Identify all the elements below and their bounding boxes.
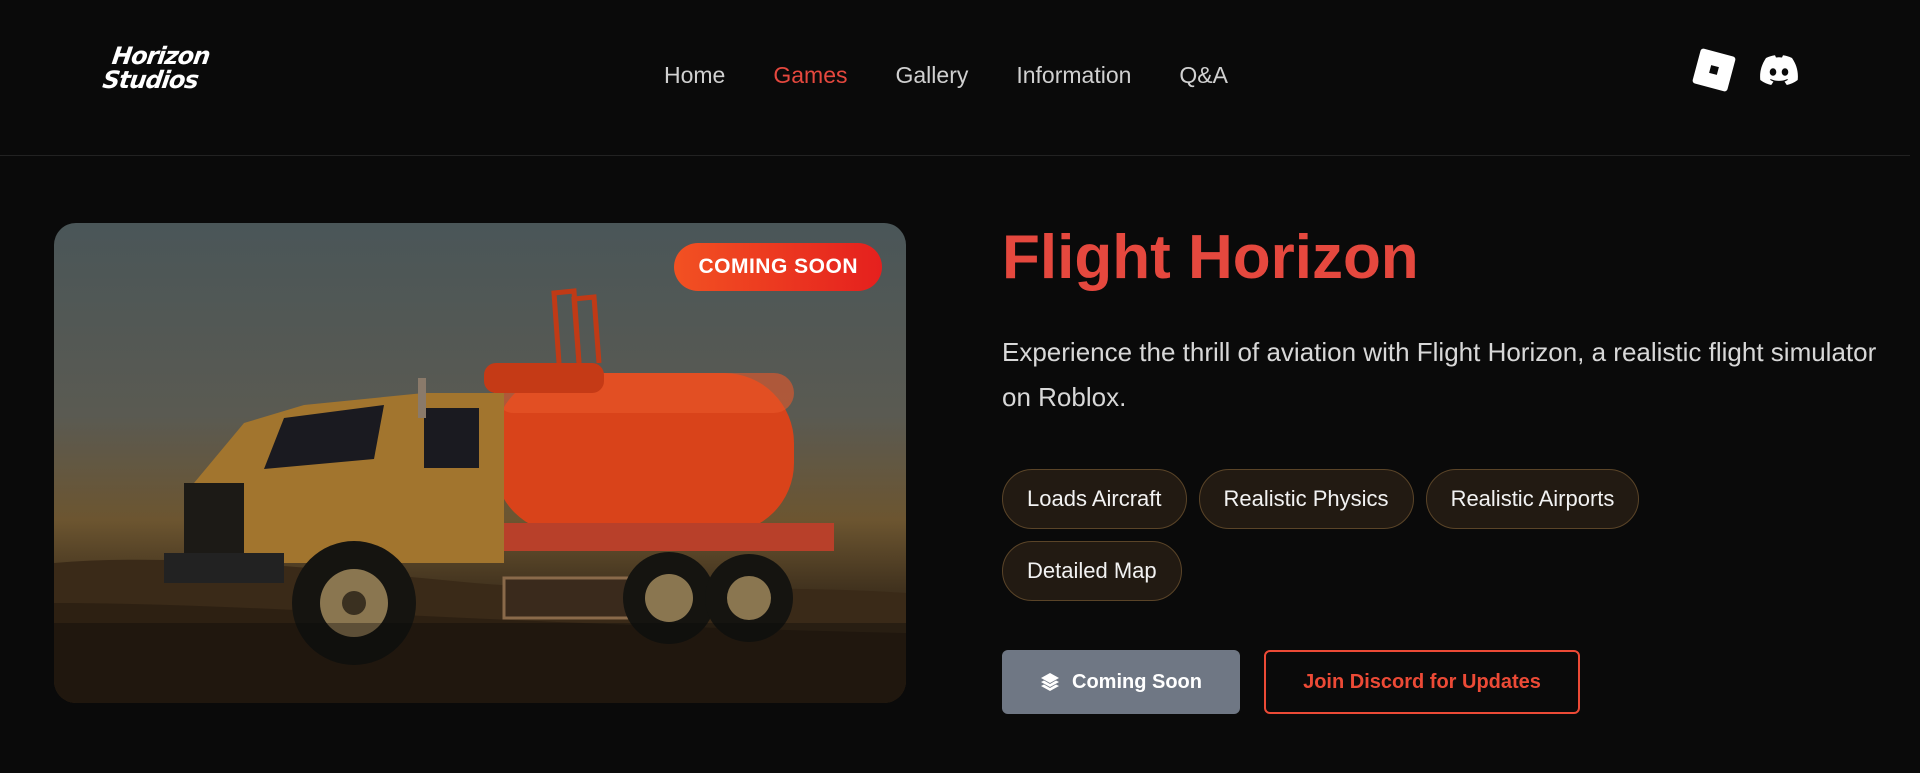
game-description: Experience the thrill of aviation with F…	[1002, 337, 1877, 412]
site-header: Horizon Studios Home Games Gallery Infor…	[0, 0, 1910, 156]
feature-tag: Loads Aircraft	[1002, 469, 1187, 529]
coming-soon-button-label: Coming Soon	[1072, 670, 1202, 693]
nav-home[interactable]: Home	[664, 62, 725, 89]
feature-tag: Realistic Physics	[1198, 469, 1414, 529]
logo-line-2: Studios	[100, 66, 200, 94]
feature-tag: Realistic Airports	[1425, 469, 1640, 529]
nav-information[interactable]: Information	[1016, 62, 1131, 89]
nav-qa[interactable]: Q&A	[1179, 62, 1228, 89]
coming-soon-badge: COMING SOON	[674, 243, 882, 291]
roblox-icon[interactable]	[1691, 47, 1737, 93]
feature-tags: Loads Aircraft Realistic Physics Realist…	[1002, 469, 1722, 601]
logo-line-1: Horizon	[110, 42, 212, 70]
social-links	[1691, 47, 1798, 93]
game-title: Flight Horizon	[1002, 223, 1419, 292]
horizon-studios-logo[interactable]: Horizon Studios	[101, 42, 212, 100]
join-discord-button-label: Join Discord for Updates	[1303, 670, 1541, 693]
feature-tag: Detailed Map	[1002, 541, 1182, 601]
nav-games[interactable]: Games	[773, 62, 847, 89]
tanker-truck-illustration	[54, 288, 906, 703]
nav-gallery[interactable]: Gallery	[896, 62, 969, 89]
main-nav: Home Games Gallery Information Q&A	[664, 62, 1228, 89]
join-discord-button[interactable]: Join Discord for Updates	[1264, 650, 1580, 714]
layers-icon	[1041, 673, 1059, 691]
coming-soon-button[interactable]: Coming Soon	[1002, 650, 1240, 714]
game-preview-image: COMING SOON	[54, 223, 906, 703]
discord-icon[interactable]	[1760, 55, 1798, 85]
